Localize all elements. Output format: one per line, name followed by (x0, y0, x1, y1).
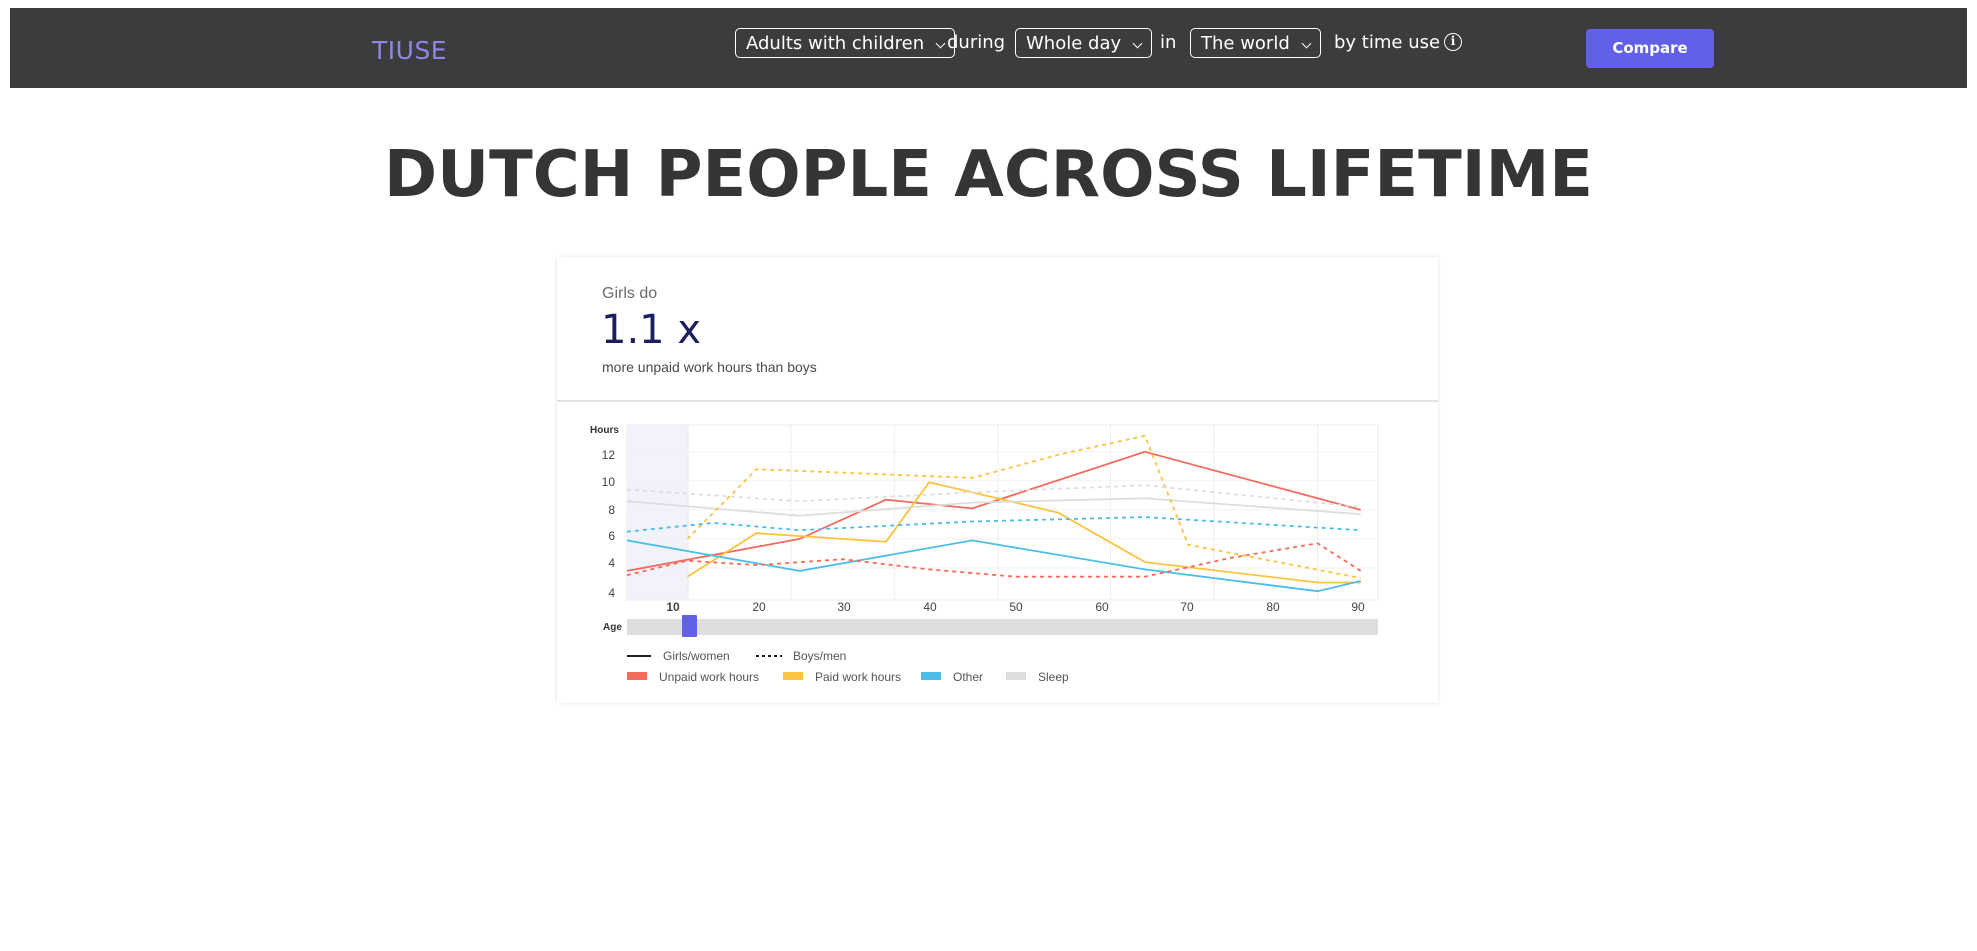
legend-paid-work-hours: Paid work hours (815, 670, 901, 684)
y-tick-label: 10 (602, 475, 616, 489)
legend-sleep: Sleep (1038, 670, 1069, 684)
legend-other-swatch (921, 672, 941, 680)
region-select[interactable]: The world (1190, 28, 1321, 58)
chevron-down-icon (935, 38, 946, 49)
x-tick-label: 80 (1266, 600, 1280, 614)
legend-paid-swatch (783, 672, 803, 680)
x-tick-label: 10 (666, 600, 680, 614)
population-group-select[interactable]: Adults with children (735, 28, 956, 58)
y-axis-ticks: 12 10 8 6 4 4 (602, 448, 616, 600)
time-period-value: Whole day (1026, 33, 1122, 54)
legend-boys-men: Boys/men (793, 649, 846, 663)
series-girls-women-otherline (626, 539, 1361, 593)
chevron-down-icon (1132, 38, 1143, 49)
page-title: DUTCH PEOPLE ACROSS LIFETIME (384, 138, 1593, 212)
top-navigation-bar: TIUSE Adults with children during Whole … (10, 8, 1967, 88)
x-tick-label: 70 (1180, 600, 1194, 614)
compare-button[interactable]: Compare (1586, 29, 1714, 68)
y-tick-label: 8 (608, 503, 615, 517)
legend-unpaid-work-hours: Unpaid work hours (659, 670, 759, 684)
region-value: The world (1201, 33, 1290, 54)
connector-in: in (1160, 32, 1177, 53)
x-tick-label: 40 (923, 600, 937, 614)
legend-other: Other (953, 670, 983, 684)
y-tick-label: 4 (608, 556, 615, 570)
y-tick-label: 12 (602, 448, 616, 462)
time-period-select[interactable]: Whole day (1015, 28, 1153, 58)
y-tick-label: 6 (608, 529, 615, 543)
y-tick-label: 4 (608, 586, 615, 600)
info-icon[interactable]: i (1444, 33, 1462, 51)
legend: Girls/women Boys/men Unpaid work hours P… (627, 649, 1069, 684)
connector-during: during (947, 32, 1006, 53)
legend-unpaid-swatch (627, 672, 647, 680)
series-boys-men-sleepline (626, 484, 1361, 508)
connector-by-time-use: by time use (1334, 32, 1441, 53)
series-boys-men-otherline (626, 516, 1361, 533)
x-tick-label: 90 (1351, 600, 1365, 614)
y-axis-title: Hours (590, 425, 619, 436)
plot-frame (626, 424, 1379, 601)
legend-sleep-swatch (1006, 672, 1026, 680)
x-tick-label: 20 (752, 600, 766, 614)
x-tick-label: 50 (1009, 600, 1023, 614)
time-use-line-chart: 12 10 8 6 4 4 10 20 30 40 50 60 70 80 90 Hours Age Gi… (590, 424, 1379, 684)
series-girls-women-unpaid-work-hoursline (626, 450, 1361, 572)
chart-card: Girls do 1.1 x more unpaid work hours th… (557, 257, 1438, 703)
chart-grid (626, 424, 1379, 601)
legend-girls-women: Girls/women (663, 649, 730, 663)
brand-logo[interactable]: TIUSE (372, 36, 447, 65)
population-group-value: Adults with children (746, 33, 925, 54)
age-slider-handle[interactable] (682, 615, 697, 637)
age-slider-track[interactable] (627, 619, 1378, 635)
chevron-down-icon (1301, 38, 1312, 49)
x-tick-label: 60 (1095, 600, 1109, 614)
x-tick-label: 30 (837, 600, 851, 614)
x-axis-ticks: 10 20 30 40 50 60 70 80 90 (666, 600, 1365, 614)
x-axis-title: Age (603, 622, 622, 633)
